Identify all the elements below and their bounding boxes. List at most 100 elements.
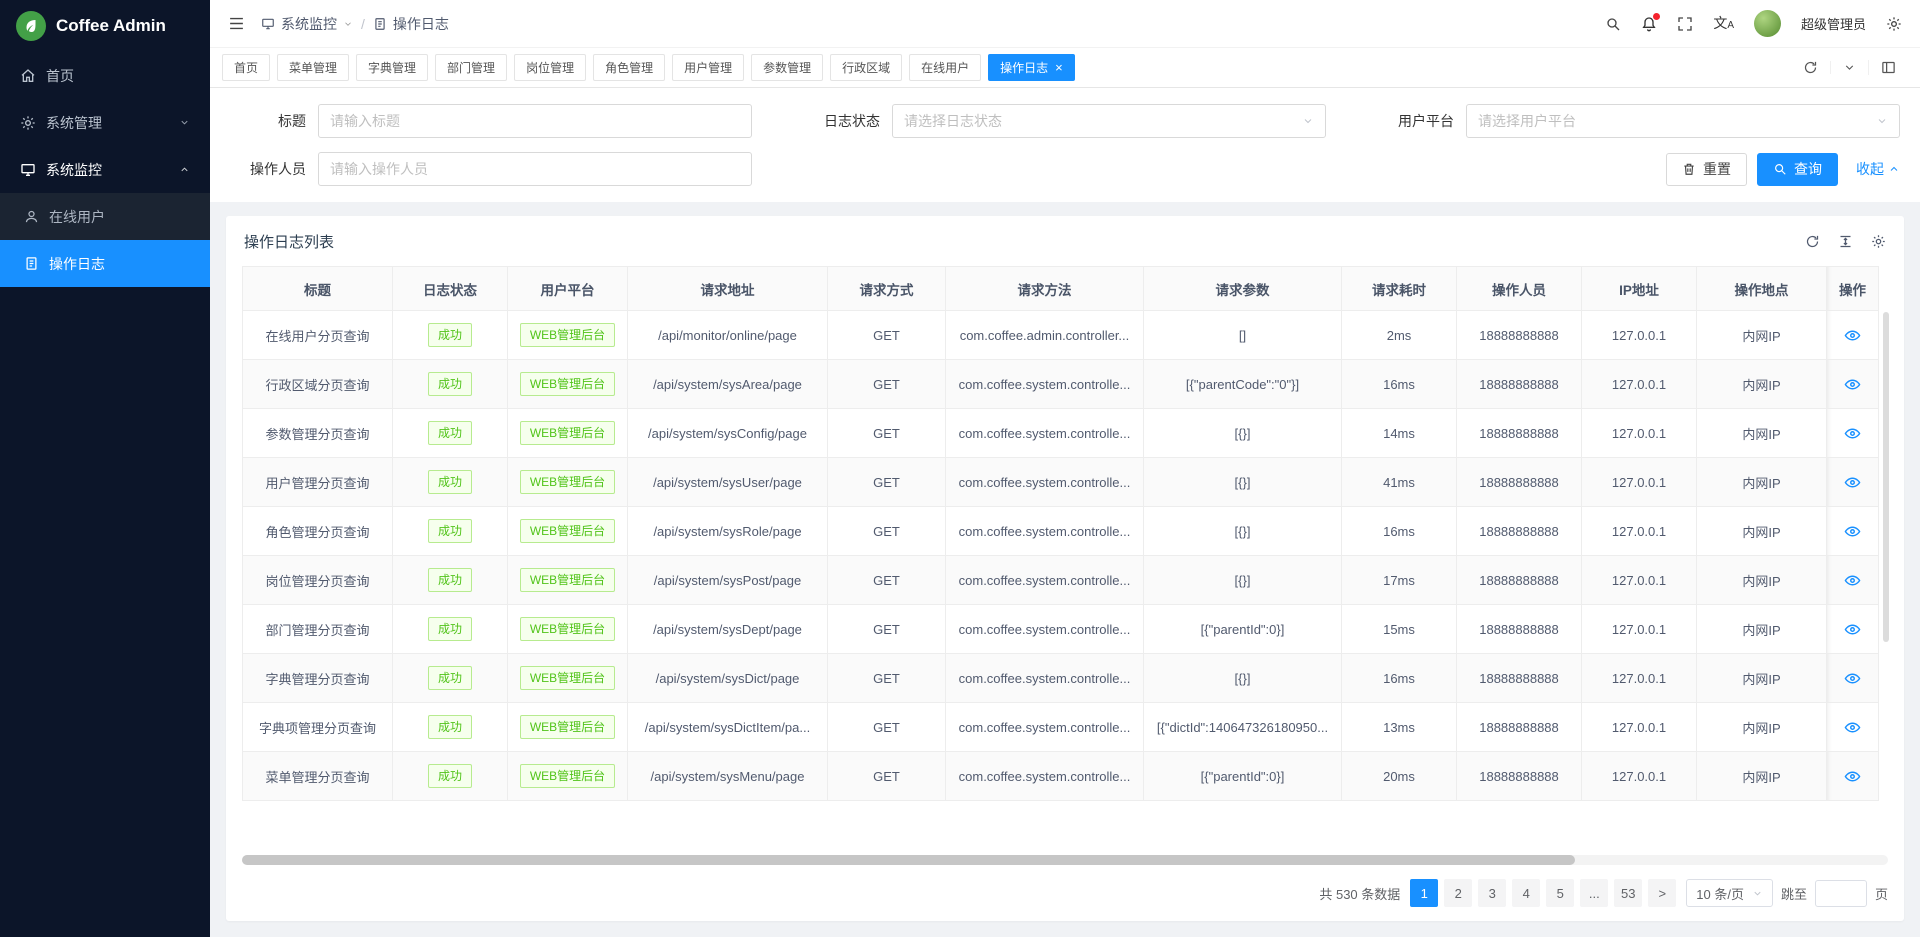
view-detail-icon[interactable] (1844, 768, 1861, 785)
horizontal-scrollbar-thumb[interactable] (242, 855, 1575, 865)
tab-bar: 首页菜单管理字典管理部门管理岗位管理角色管理 用户管理 参数管理行政区域在线用户操作… (210, 48, 1920, 88)
row-actions (1827, 556, 1879, 605)
tab-item[interactable]: 部门管理 (435, 54, 507, 81)
sidebar-item-home[interactable]: 首页 (0, 52, 210, 99)
table-row: 用户管理分页查询成功WEB管理后台/api/system/sysUser/pag… (243, 458, 1879, 507)
tab-item[interactable]: 菜单管理 (277, 54, 349, 81)
next-page-button[interactable]: > (1648, 879, 1676, 907)
log-platform: WEB管理后台 (508, 556, 628, 605)
log-platform: WEB管理后台 (508, 703, 628, 752)
home-icon (20, 68, 36, 84)
operation-location: 内网IP (1697, 605, 1827, 654)
refresh-icon[interactable] (1805, 234, 1820, 249)
log-platform-badge: WEB管理后台 (520, 617, 615, 641)
request-params: [{"parentCode":"0"}] (1144, 360, 1342, 409)
view-detail-icon[interactable] (1844, 670, 1861, 687)
user-name[interactable]: 超级管理员 (1801, 14, 1866, 33)
tab-item[interactable]: 操作日志× (988, 54, 1075, 81)
chevron-down-icon[interactable] (1830, 61, 1868, 74)
collapse-label: 收起 (1856, 159, 1884, 179)
request-duration: 16ms (1342, 654, 1457, 703)
avatar[interactable] (1754, 10, 1781, 37)
search-button[interactable]: 查询 (1757, 153, 1838, 186)
view-detail-icon[interactable] (1844, 572, 1861, 589)
tab-item[interactable]: 字典管理 (356, 54, 428, 81)
ip-address: 127.0.0.1 (1582, 360, 1697, 409)
density-icon[interactable] (1838, 234, 1853, 249)
tab-item[interactable]: 行政区域 (830, 54, 902, 81)
vertical-scrollbar[interactable] (1883, 312, 1889, 642)
log-status-badge: 成功 (428, 519, 472, 543)
operator: 18888888888 (1457, 458, 1582, 507)
search-icon (1773, 162, 1787, 176)
breadcrumb-system-monitor[interactable]: 系统监控 (261, 14, 353, 34)
log-status-badge: 成功 (428, 568, 472, 592)
log-title: 岗位管理分页查询 (243, 556, 393, 605)
request-duration: 2ms (1342, 311, 1457, 360)
row-actions (1827, 752, 1879, 801)
page-button[interactable]: 1 (1410, 879, 1438, 907)
request-params: [{"parentId":0}] (1144, 752, 1342, 801)
page-button[interactable]: 2 (1444, 879, 1472, 907)
sidebar-item-system-management[interactable]: 系统管理 (0, 99, 210, 146)
view-detail-icon[interactable] (1844, 327, 1861, 344)
request-url: /api/system/sysDictItem/pa... (628, 703, 828, 752)
log-status: 成功 (393, 605, 508, 654)
log-status: 成功 (393, 360, 508, 409)
log-title: 角色管理分页查询 (243, 507, 393, 556)
layout-icon[interactable] (1868, 60, 1908, 75)
page-size-select[interactable]: 10 条/页 (1686, 879, 1773, 907)
collapse-sidebar-icon[interactable] (228, 15, 245, 32)
request-duration: 41ms (1342, 458, 1457, 507)
search-icon[interactable] (1605, 16, 1621, 32)
settings-gear-icon[interactable] (1886, 16, 1902, 32)
table-header-row: 标题日志状态用户平台请求地址请求方式请求方法请求参数请求耗时操作人员IP地址操作… (243, 267, 1879, 311)
page-button[interactable]: 53 (1614, 879, 1642, 907)
request-method: com.coffee.system.controlle... (946, 360, 1144, 409)
translate-icon[interactable]: 文A (1713, 16, 1734, 31)
operation-location: 内网IP (1697, 556, 1827, 605)
view-detail-icon[interactable] (1844, 621, 1861, 638)
view-detail-icon[interactable] (1844, 523, 1861, 540)
view-detail-icon[interactable] (1844, 425, 1861, 442)
notification-bell-icon[interactable] (1641, 16, 1657, 32)
tab-item[interactable]: 在线用户 (909, 54, 981, 81)
main-area: 系统监控 / 操作日志 文A 超级管理员 (210, 0, 1920, 937)
request-method: com.coffee.system.controlle... (946, 752, 1144, 801)
sidebar-item-online-users[interactable]: 在线用户 (0, 193, 210, 240)
operator-input[interactable] (318, 152, 752, 186)
tab-item[interactable]: 首页 (222, 54, 270, 81)
tab-close-icon[interactable]: × (1055, 61, 1063, 74)
operator: 18888888888 (1457, 752, 1582, 801)
collapse-filter-link[interactable]: 收起 (1856, 159, 1900, 179)
view-detail-icon[interactable] (1844, 474, 1861, 491)
log-platform: WEB管理后台 (508, 458, 628, 507)
request-params: [{}] (1144, 458, 1342, 507)
filter-field-platform: 用户平台 请选择用户平台 (1378, 104, 1900, 138)
platform-select[interactable]: 请选择用户平台 (1466, 104, 1900, 138)
view-detail-icon[interactable] (1844, 719, 1861, 736)
title-input[interactable] (318, 104, 752, 138)
page-button[interactable]: 4 (1512, 879, 1540, 907)
page-jump-input[interactable] (1815, 880, 1867, 907)
request-url: /api/monitor/online/page (628, 311, 828, 360)
tab-item[interactable]: 岗位管理 (514, 54, 586, 81)
view-detail-icon[interactable] (1844, 376, 1861, 393)
page-button[interactable]: 5 (1546, 879, 1574, 907)
log-status-badge: 成功 (428, 372, 472, 396)
fullscreen-icon[interactable] (1677, 16, 1693, 32)
log-status-badge: 成功 (428, 323, 472, 347)
request-url: /api/system/sysDict/page (628, 654, 828, 703)
page-button[interactable]: 3 (1478, 879, 1506, 907)
tab-item[interactable]: 参数管理 (751, 54, 823, 81)
column-settings-gear-icon[interactable] (1871, 234, 1886, 249)
sidebar-item-system-monitor[interactable]: 系统监控 (0, 146, 210, 193)
tab-item[interactable]: 角色管理 (593, 54, 665, 81)
tab-bar-controls (1791, 60, 1908, 75)
tab-item[interactable]: 用户管理 (672, 54, 744, 81)
refresh-icon[interactable] (1791, 60, 1830, 75)
reset-button[interactable]: 重置 (1666, 153, 1747, 186)
tab-label: 用户管理 (684, 59, 732, 76)
sidebar-item-operation-log[interactable]: 操作日志 (0, 240, 210, 287)
status-select[interactable]: 请选择日志状态 (892, 104, 1326, 138)
